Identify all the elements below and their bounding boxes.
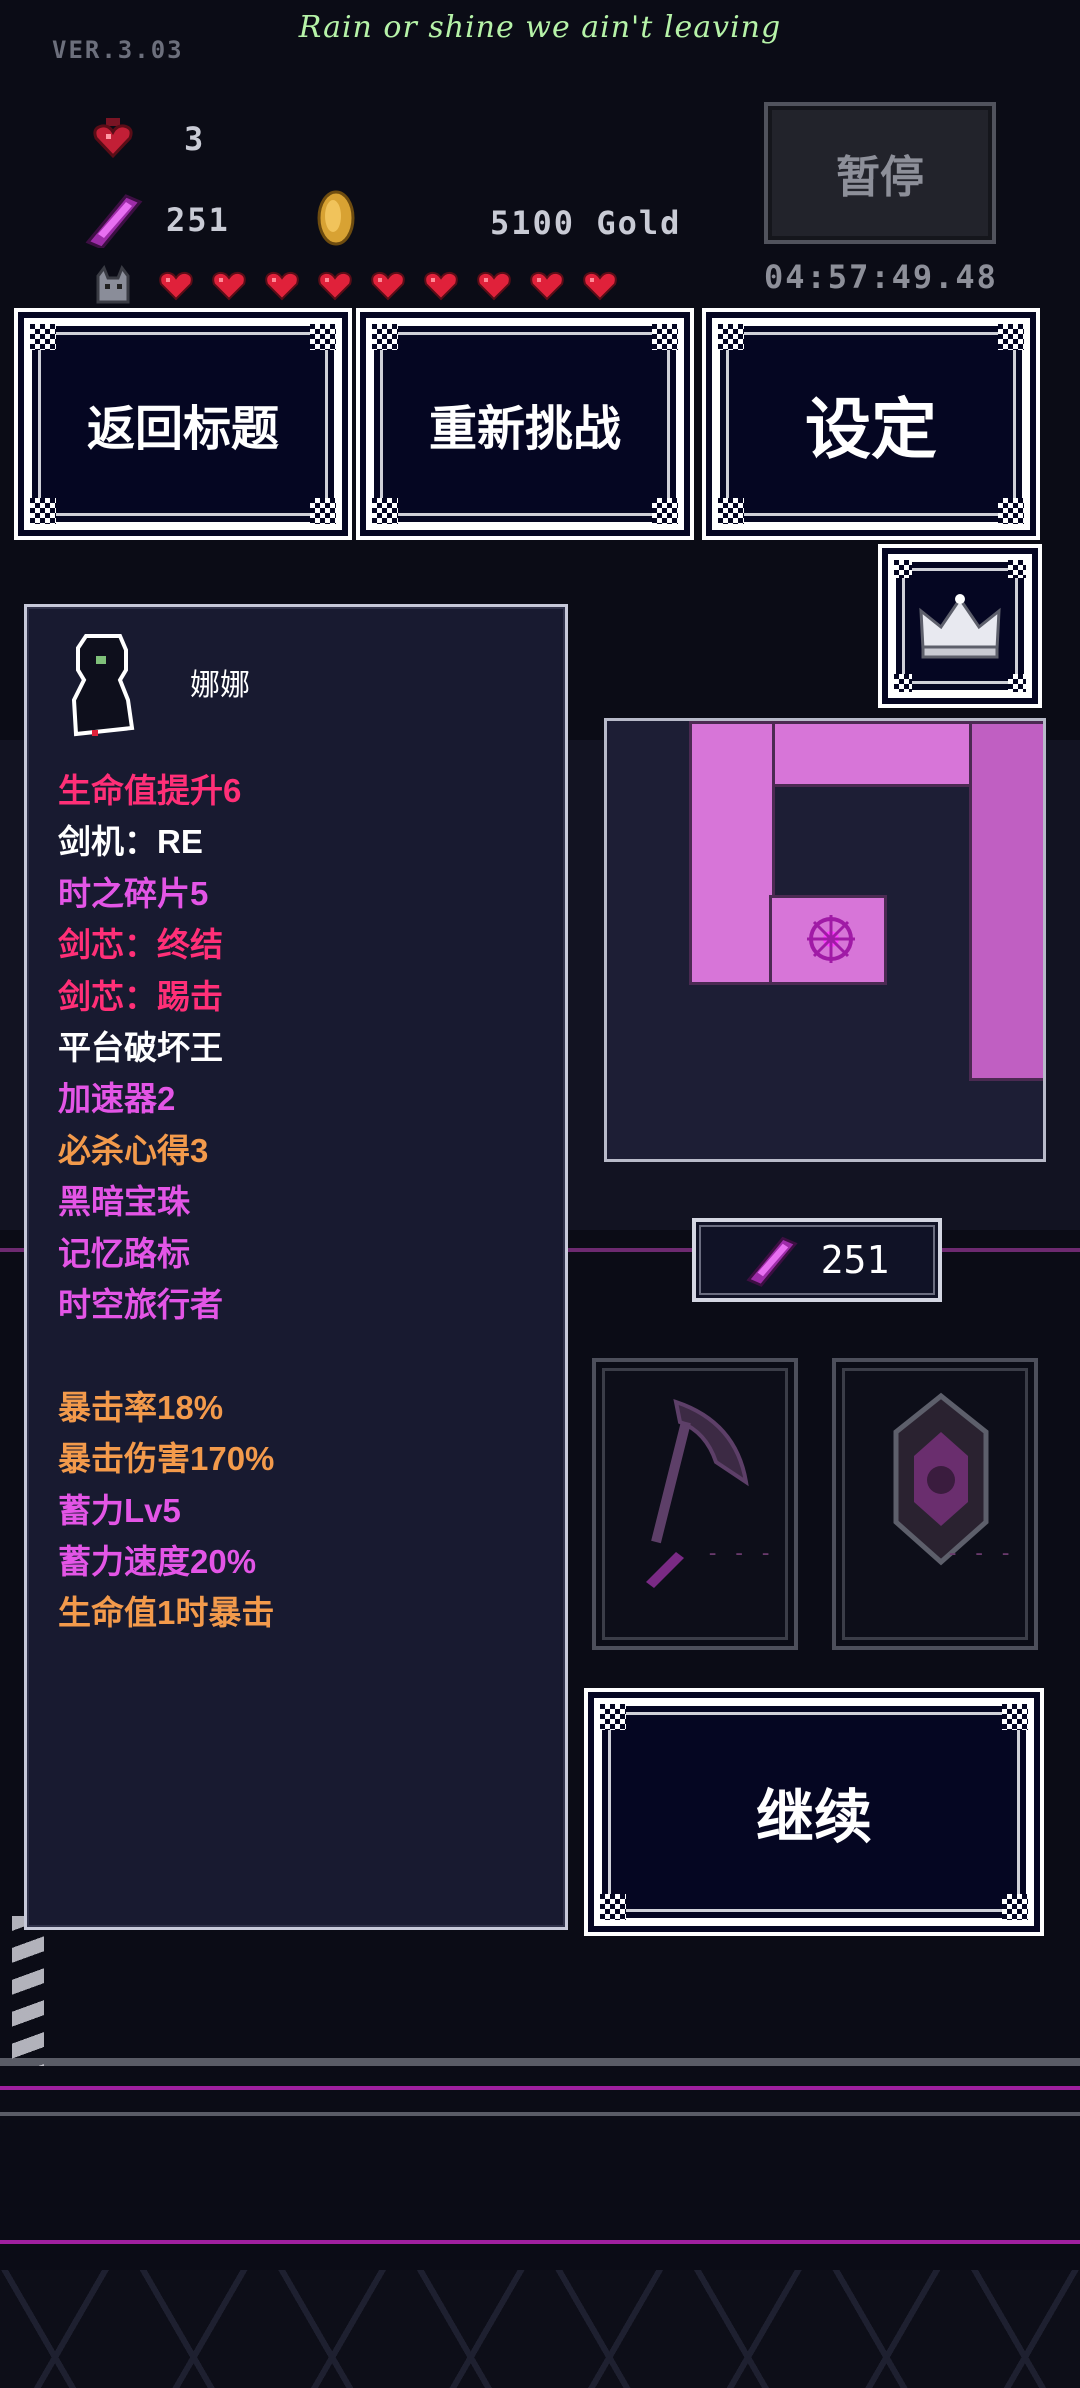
frame-corner [998,324,1024,350]
continue-button[interactable]: 继续 [594,1698,1034,1926]
health-row [90,262,618,308]
heart-icon [423,269,459,301]
frame-corner [894,560,912,578]
bonus-entry: 暴击率18% [58,1388,224,1426]
crown-icon [917,591,1003,661]
floor-scaffold [0,2270,1080,2388]
frame-corner [372,324,398,350]
gold-coin-icon [316,190,356,246]
potion-count: 3 [184,120,206,158]
item-entry: 剑芯：踢击 [58,977,223,1015]
frame-corner [1008,674,1026,692]
frame-corner [1008,560,1026,578]
frame-corner [998,498,1024,524]
frame-corner [1002,1704,1028,1730]
bg-rail [0,2086,1080,2090]
run-timer: 04:57:49.48 [764,258,998,296]
bonus-entry: 暴击伤害170% [58,1440,275,1478]
item-entry: 必杀心得3 [58,1131,209,1169]
crystal-count: 251 [166,201,230,239]
charm-card[interactable]: - - - [832,1358,1038,1650]
settings-label: 设定 [805,392,937,466]
frame-corner [652,324,678,350]
item-entry: 加速器2 [58,1080,176,1118]
character-portrait [66,630,140,740]
card-empty-marker: - - - [946,1541,1013,1566]
minimap [604,718,1046,1162]
heart-icon [370,269,406,301]
heart-icon [476,269,512,301]
bg-rail [0,2240,1080,2244]
frame-corner [30,324,56,350]
weapon-card[interactable]: - - - [592,1358,798,1650]
character-name: 娜娜 [190,669,250,702]
map-room [969,721,1043,1081]
settings-button[interactable]: 设定 [712,318,1030,530]
crystal-icon [84,192,144,250]
frame-corner [600,1704,626,1730]
item-entry: 生命值提升6 [58,772,242,809]
cat-icon [90,262,136,308]
item-entry: 剑芯：终结 [58,926,223,964]
retry-label: 重新挑战 [428,403,621,456]
current-position-marker [803,911,859,967]
crown-button[interactable] [888,554,1032,698]
crystal-counter-value: 251 [820,1238,890,1282]
item-entry: 剑机：RE [58,823,203,861]
frame-corner [310,498,336,524]
continue-label: 继续 [755,1785,872,1850]
map-room [689,721,775,985]
heart-icon [264,269,300,301]
bonus-entry: 生命值1时暴击 [58,1594,275,1632]
crystal-icon [745,1233,799,1287]
side-stripes [12,1916,44,2066]
heart-icon [158,269,194,301]
heart-icon [529,269,565,301]
heart-icon [211,269,247,301]
item-entry: 黑暗宝珠 [58,1183,190,1221]
frame-corner [372,498,398,524]
frame-corner [718,324,744,350]
retry-button[interactable]: 重新挑战 [366,318,684,530]
heart-icon [317,269,353,301]
frame-corner [1002,1894,1028,1920]
return-title-button[interactable]: 返回标题 [24,318,342,530]
item-entry: 记忆路标 [58,1234,190,1272]
now-playing-text: Rain or shine we ain't leaving [298,10,782,45]
frame-corner [652,498,678,524]
bg-rail [0,2058,1080,2066]
bonus-entry: 蓄力速度20% [58,1543,257,1580]
heart-icon [582,269,618,301]
crystal-counter: 251 [692,1218,942,1302]
pause-button[interactable]: 暂停 [764,102,996,244]
frame-corner [718,498,744,524]
health-hearts [158,269,618,301]
frame-corner [894,674,912,692]
frame-corner [30,498,56,524]
frame-corner [600,1894,626,1920]
item-entry: 时空旅行者 [58,1286,223,1323]
bonus-entry: 蓄力Lv5 [58,1491,181,1529]
item-entry: 平台破坏王 [58,1029,223,1066]
heart-potion-icon [90,116,136,162]
gold-amount: 5100 Gold [490,204,682,242]
crystal-stat: 251 [84,192,230,250]
item-entry: 时之碎片5 [58,874,209,912]
card-empty-marker: - - - [706,1541,773,1566]
frame-corner [310,324,336,350]
potion-stat: 3 [90,116,205,162]
bg-rail [0,2112,1080,2116]
return-title-label: 返回标题 [86,403,279,456]
